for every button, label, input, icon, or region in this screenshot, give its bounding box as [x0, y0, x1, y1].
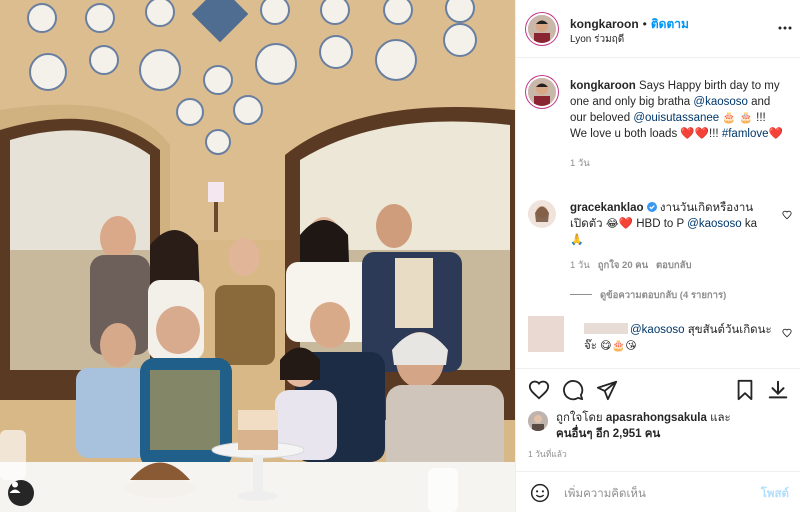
more-options-icon[interactable]: [778, 26, 792, 30]
likes-summary: ถูกใจโดย apasrahongsakula และ คนอื่นๆ อี…: [556, 410, 766, 442]
liker-username[interactable]: apasrahongsakula: [606, 412, 707, 424]
red-heart-emoji-icon: ❤️: [768, 128, 783, 140]
emoji-smiley-icon[interactable]: [530, 483, 550, 503]
family-photo-illustration: [0, 0, 515, 512]
caption-mention-2[interactable]: @ouisutassanee: [633, 112, 719, 124]
author-username[interactable]: kongkaroon: [570, 17, 639, 31]
tagged-user-icon[interactable]: [8, 480, 34, 506]
caption-hashtag[interactable]: #famlove: [722, 128, 769, 140]
post-comment-button[interactable]: โพสต์: [761, 485, 789, 503]
view-replies-button[interactable]: ดูข้อความตอบกลับ (4 รายการ): [570, 288, 768, 304]
commenter-avatar[interactable]: [528, 316, 564, 352]
caption-text-4: !!!: [709, 128, 719, 140]
likes-suffix: และ: [710, 412, 731, 424]
caption-author-avatar[interactable]: [528, 78, 556, 106]
laughing-emoji-icon: 😂: [605, 218, 619, 230]
cake-emoji-icon: 🎂: [739, 112, 753, 124]
likes-others[interactable]: คนอื่นๆ อีก 2,951 คน: [556, 428, 660, 440]
share-plane-icon[interactable]: [596, 379, 618, 401]
liker-avatar[interactable]: [528, 411, 548, 431]
emoji-icon: 😋🎂😘: [600, 340, 637, 352]
like-comment-heart-icon[interactable]: [782, 210, 792, 220]
add-comment-input[interactable]: เพิ่มความคิดเห็น: [564, 485, 646, 503]
comment-bubble-icon[interactable]: [562, 379, 584, 401]
like-comment-heart-icon[interactable]: [782, 328, 792, 338]
add-comment-bar: เพิ่มความคิดเห็น โพสต์: [516, 471, 800, 514]
comment-time[interactable]: 1 วัน: [570, 260, 590, 271]
caption-mention-1[interactable]: @kaososo: [693, 96, 748, 108]
post-date[interactable]: 1 วันที่แล้ว: [528, 447, 567, 461]
comment-mention[interactable]: @kaososo: [687, 218, 742, 230]
cake-emoji-icon: 🎂: [722, 112, 737, 124]
reply-button[interactable]: ตอบกลับ: [656, 260, 692, 271]
caption-username[interactable]: kongkaroon: [570, 80, 636, 92]
comment-text-3: ka: [744, 218, 758, 230]
view-replies-label: ดูข้อความตอบกลับ (4 รายการ): [600, 290, 727, 301]
red-heart-emoji-icon: ❤️: [618, 218, 634, 230]
likes-prefix: ถูกใจโดย: [556, 412, 603, 424]
post-actions: ถูกใจโดย apasrahongsakula และ คนอื่นๆ อี…: [516, 368, 800, 509]
commenter-username[interactable]: gracekanklao: [570, 202, 644, 214]
hidden-username: [584, 323, 628, 334]
folded-hands-emoji-icon: 🙏: [570, 234, 584, 246]
red-heart-emoji-icon: ❤️❤️: [680, 128, 710, 140]
author-avatar[interactable]: [528, 15, 556, 43]
post-side-panel: kongkaroon • ติดตาม Lyon ร่วมฤดี kongkaroo…: [515, 0, 800, 512]
save-bookmark-icon[interactable]: [734, 379, 756, 401]
commenter-avatar[interactable]: [528, 200, 556, 228]
comment-text-2: HBD to P: [636, 218, 684, 230]
post-header: kongkaroon • ติดตาม Lyon ร่วมฤดี: [516, 0, 800, 58]
like-heart-icon[interactable]: [528, 379, 550, 401]
separator-dot: •: [642, 17, 647, 31]
caption-time[interactable]: 1 วัน: [570, 156, 785, 172]
comment-likes[interactable]: ถูกใจ 20 คน: [598, 260, 648, 271]
post-photo[interactable]: [0, 0, 515, 512]
download-icon[interactable]: [767, 379, 789, 401]
verified-badge-icon: [646, 202, 657, 212]
comment-mention[interactable]: @kaososo: [630, 324, 685, 336]
follow-button[interactable]: ติดตาม: [651, 17, 689, 31]
post-location[interactable]: Lyon ร่วมฤดี: [570, 32, 624, 47]
